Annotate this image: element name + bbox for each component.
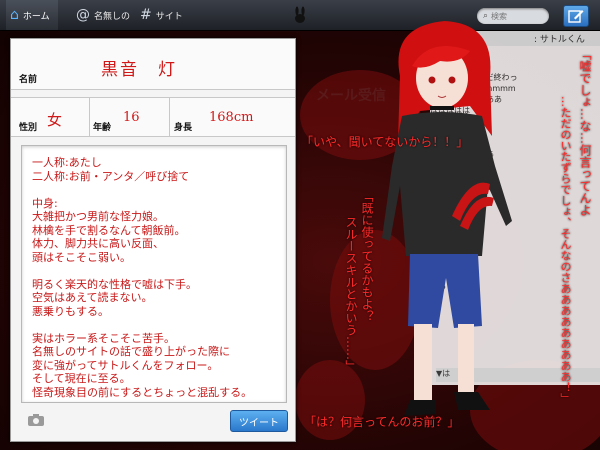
memo-line: 頭はそこそこ弱い。 [32, 250, 131, 264]
tab-mentions[interactable]: @ 名無しの [76, 0, 130, 30]
quote-prank: …ただのいたずらでしょ、そんなのさあああああああああ！」 [559, 96, 572, 404]
memo-line: 一人称:あたし [32, 156, 102, 169]
rabbit-logo-icon [295, 6, 305, 23]
memo-line: 実はホラー系そこそこ苦手。 [32, 331, 175, 345]
at-icon: @ [76, 7, 90, 23]
quote-not-listening: 「いや、聞いてないから！！」 [301, 135, 469, 149]
memo-line: 変に強がってサトルくんをフォロー。 [32, 358, 219, 372]
memo-line: 林檎を手で割るなんて朝飯前。 [32, 223, 186, 237]
tweet-button[interactable]: ツイート [230, 410, 288, 432]
memo-line: 悪乗りもする。 [32, 304, 109, 318]
quote-already-using: 「既に使ってるかもよ？ [360, 190, 374, 322]
profile-card: 名前 黒音 灯 性別 女 年齢 16 身長 168cm 一人称:あたし 二人称:お… [10, 38, 296, 442]
character-illustration [382, 21, 512, 416]
name-value: 黒音 灯 [101, 60, 177, 80]
compose-icon [568, 10, 584, 23]
memo-text: 一人称:あたし 二人称:お前・アンタ／呼び捨て 中身: 大雑把かつ男前な怪力娘。 林檎を… [32, 156, 252, 399]
tab-home[interactable]: ⌂ ホーム [6, 0, 58, 30]
quote-what-saying: 「は？何言ってんのお前？」 [304, 415, 460, 429]
stats-row: 性別 女 年齢 16 身長 168cm [11, 97, 295, 137]
tab-mentions-label: 名無しの [94, 11, 131, 22]
age-value: 16 [123, 110, 140, 125]
tab-site-label: サイト [155, 11, 183, 22]
memo-line: 明るく楽天的な性格で嘘は下手。 [32, 277, 197, 291]
memo-line [32, 183, 252, 197]
tab-home-label: ホーム [22, 11, 50, 22]
memo-line: 体力、脚力共に高い反面、 [32, 237, 164, 250]
age-label: 年齢 [93, 123, 112, 133]
compose-button[interactable] [563, 5, 589, 27]
memo-line: 中身: [32, 196, 58, 210]
quote-skip-skill: スルースキルとかいう……」 [344, 216, 358, 372]
memo-line: 大雑把かつ男前な怪力娘。 [32, 210, 164, 223]
memo-line: 名無しのサイトの話で盛り上がった際に [32, 345, 230, 358]
quote-no-way: 「嘘でしょ…な…何言ってんよ [578, 48, 592, 216]
name-row: 名前 黒音 灯 [11, 39, 295, 90]
tab-site[interactable]: # サイト [140, 0, 183, 30]
memo-line [32, 264, 252, 278]
memo-line: 怪奇現象目の前にするとちょっと混乱する。 [32, 385, 253, 399]
home-icon: ⌂ [10, 7, 19, 23]
camera-icon[interactable] [27, 413, 45, 427]
gender-value: 女 [47, 111, 63, 129]
gender-label: 性別 [19, 123, 38, 133]
height-value: 168cm [209, 110, 254, 125]
memo-line: 二人称:お前・アンタ／呼び捨て [32, 169, 190, 183]
hash-icon: # [140, 7, 152, 23]
height-label: 身長 [174, 123, 193, 133]
name-label: 名前 [19, 75, 38, 85]
memo-line [32, 318, 252, 332]
memo-textarea[interactable]: 一人称:あたし 二人称:お前・アンタ／呼び捨て 中身: 大雑把かつ男前な怪力娘。 林檎を… [21, 145, 287, 403]
memo-line: 空気はあえて読まない。 [32, 291, 153, 304]
memo-line: そして現在に至る。 [32, 372, 131, 385]
